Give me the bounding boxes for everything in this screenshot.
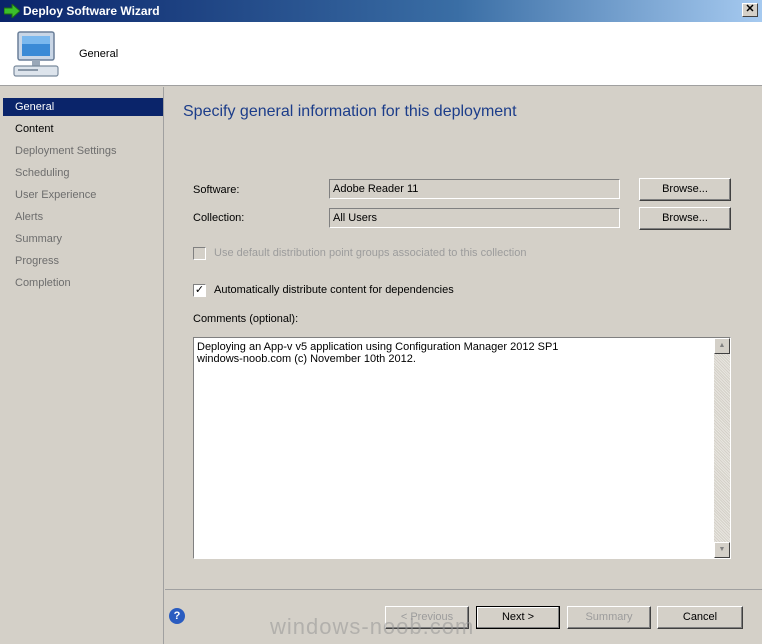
title-bar[interactable]: Deploy Software Wizard ✕ <box>0 0 762 22</box>
window-title: Deploy Software Wizard <box>23 4 160 18</box>
wizard-footer: ? < Previous Next > Summary Cancel <box>165 589 762 644</box>
main-panel: Specify general information for this dep… <box>165 87 762 589</box>
collection-field: All Users <box>329 208 620 228</box>
previous-button: < Previous <box>385 606 469 629</box>
scroll-down-icon[interactable]: ▼ <box>714 542 730 558</box>
auto-distribute-label[interactable]: Automatically distribute content for dep… <box>214 284 454 296</box>
software-label: Software: <box>193 184 240 196</box>
sidebar-item-user-experience: User Experience <box>15 189 97 201</box>
sidebar-item-summary: Summary <box>15 233 63 245</box>
sidebar-item-progress: Progress <box>15 255 60 267</box>
summary-button: Summary <box>567 606 651 629</box>
comments-textarea[interactable]: Deploying an App-v v5 application using … <box>193 337 731 559</box>
arrow-right-icon <box>4 4 20 18</box>
sidebar-item-general[interactable]: General <box>3 98 163 116</box>
use-default-dp-checkbox <box>193 247 206 260</box>
comments-text[interactable]: Deploying an App-v v5 application using … <box>197 341 712 365</box>
sidebar-item-scheduling: Scheduling <box>15 167 70 179</box>
scroll-up-icon[interactable]: ▲ <box>714 338 730 354</box>
computer-icon <box>13 31 59 77</box>
software-field: Adobe Reader 11 <box>329 179 620 199</box>
use-default-dp-label: Use default distribution point groups as… <box>214 247 527 259</box>
sidebar-item-deployment-settings: Deployment Settings <box>15 145 117 157</box>
cancel-button[interactable]: Cancel <box>657 606 743 629</box>
collection-label: Collection: <box>193 212 245 224</box>
collection-browse-button[interactable]: Browse... <box>639 207 731 230</box>
header-title: General <box>79 48 119 60</box>
next-button[interactable]: Next > <box>476 606 560 629</box>
sidebar-item-alerts: Alerts <box>15 211 44 223</box>
auto-distribute-checkbox[interactable]: ✓ <box>193 284 206 297</box>
comments-scrollbar[interactable]: ▲ ▼ <box>714 338 730 558</box>
sidebar-item-content[interactable]: Content <box>3 120 163 138</box>
wizard-step-list: General Content Deployment Settings Sche… <box>0 87 164 644</box>
page-title: Specify general information for this dep… <box>183 103 517 120</box>
software-browse-button[interactable]: Browse... <box>639 178 731 201</box>
wizard-header: General <box>0 22 762 86</box>
sidebar-item-completion: Completion <box>15 277 71 289</box>
help-icon[interactable]: ? <box>169 608 185 624</box>
comments-label: Comments (optional): <box>193 313 299 325</box>
close-button[interactable]: ✕ <box>742 3 758 17</box>
